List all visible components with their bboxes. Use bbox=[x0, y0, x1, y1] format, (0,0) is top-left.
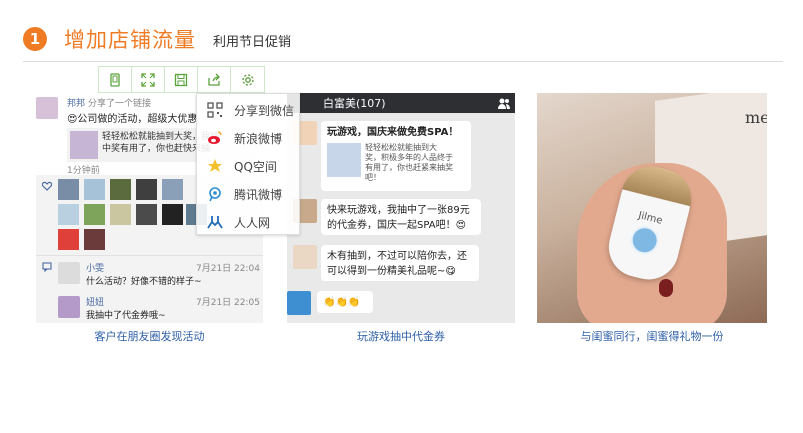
liker-avatar bbox=[58, 229, 79, 250]
message-line: 的代金券，国庆一起SPA吧！😍 bbox=[327, 220, 467, 231]
liker-avatar bbox=[84, 204, 105, 225]
settings-icon bbox=[241, 73, 254, 86]
caption-moments: 客户在朋友圈发现活动 bbox=[94, 330, 205, 343]
message-bubble: 快来玩游戏，我抽中了一张89元 的代金券，国庆一起SPA吧！😍 bbox=[321, 199, 481, 235]
save-button[interactable] bbox=[165, 67, 198, 92]
share-item-weibo[interactable]: 新浪微博 bbox=[197, 124, 301, 152]
poster-name: 邦邦 bbox=[67, 99, 86, 109]
game-card-thumbnail bbox=[327, 143, 361, 177]
liker-avatar bbox=[110, 179, 131, 200]
liker-avatar bbox=[136, 179, 157, 200]
heart-icon bbox=[42, 181, 52, 191]
comment-text: 什么活动？好像不错的样子~ bbox=[86, 277, 202, 287]
commenter-avatar bbox=[58, 296, 80, 318]
chat-title: 白富美(107) bbox=[323, 97, 386, 110]
wechat-qr-icon bbox=[206, 101, 224, 119]
caption-gift: 与闺蜜同行，闺蜜得礼物一份 bbox=[580, 330, 724, 343]
card-text-line: 轻轻松松就能抽到大 bbox=[365, 143, 437, 152]
liker-avatar bbox=[162, 204, 183, 225]
share-item-label: 分享到微信 bbox=[234, 103, 295, 118]
message-line: 快来玩游戏，我抽中了一张89元 bbox=[327, 205, 470, 216]
renren-icon bbox=[206, 213, 224, 231]
comments-area: 小雯 7月21日 22:04 什么活动？好像不错的样子~ 妞妞 7月21日 22… bbox=[36, 255, 263, 323]
group-members-icon bbox=[498, 98, 510, 109]
share-menu: 分享到微信 新浪微博 QQ空间 腾讯微博 人人网 bbox=[196, 93, 300, 235]
message-title: 玩游戏，国庆来做免费SPA！ bbox=[327, 127, 459, 138]
card-text-line: 奖，积极多年的人品终于 bbox=[365, 153, 453, 162]
liker-avatar bbox=[136, 204, 157, 225]
liker-avatar bbox=[110, 204, 131, 225]
poster-avatar bbox=[36, 97, 58, 119]
section-subtitle: 利用节日促销 bbox=[213, 35, 292, 50]
caption-game: 玩游戏抽中代金券 bbox=[357, 330, 445, 343]
product-photo: me Jilme bbox=[537, 93, 767, 323]
post-text: 😍公司做的活动，超级大优惠 bbox=[67, 114, 198, 125]
share-button[interactable] bbox=[198, 67, 231, 92]
section-title: 增加店铺流量 bbox=[64, 28, 196, 52]
comment-icon bbox=[42, 262, 52, 272]
message-bubble: 木有抽到，不过可以陪你去，还 可以得到一份精美礼品呢~😋 bbox=[321, 245, 479, 281]
sender-avatar bbox=[287, 291, 311, 315]
share-item-wechat[interactable]: 分享到微信 bbox=[197, 96, 301, 124]
commenter-avatar bbox=[58, 262, 80, 284]
header-divider bbox=[23, 61, 783, 62]
fullscreen-button[interactable] bbox=[132, 67, 165, 92]
liker-avatar bbox=[84, 229, 105, 250]
section-header: 1 增加店铺流量 利用节日促销 bbox=[0, 0, 803, 62]
qzone-icon bbox=[206, 157, 224, 175]
chat-screenshot: 白富美(107) 玩游戏，国庆来做免费SPA！ 轻轻松松就能抽到大 奖，积极多年… bbox=[287, 93, 515, 323]
poster-action: 分享了一个链接 bbox=[88, 99, 152, 109]
share-item-label: 腾讯微博 bbox=[234, 187, 283, 202]
chat-header: 白富美(107) bbox=[287, 93, 515, 113]
phone-icon bbox=[110, 72, 120, 87]
share-item-tencent-weibo[interactable]: 腾讯微博 bbox=[197, 180, 301, 208]
message-line: 可以得到一份精美礼品呢~😋 bbox=[327, 266, 456, 277]
commenter-name: 小雯 bbox=[86, 264, 105, 274]
liker-avatar bbox=[84, 179, 105, 200]
comment-time: 7月21日 22:04 bbox=[196, 264, 260, 274]
game-card-text: 轻轻松松就能抽到大 奖，积极多年的人品终于 有用了，你也赶紧来抽奖 吧！ bbox=[365, 143, 453, 183]
image-toolbar bbox=[98, 66, 265, 93]
share-item-label: 人人网 bbox=[234, 215, 271, 230]
fingernail bbox=[659, 279, 673, 297]
box-label: me bbox=[745, 108, 767, 127]
share-icon bbox=[208, 73, 220, 86]
tencent-weibo-icon bbox=[206, 185, 224, 203]
card-text-line: 吧！ bbox=[365, 173, 381, 182]
liker-avatar bbox=[162, 179, 183, 200]
share-item-label: 新浪微博 bbox=[234, 131, 283, 146]
weibo-icon bbox=[206, 129, 224, 147]
sender-avatar bbox=[293, 245, 317, 269]
device-brand: Jilme bbox=[637, 210, 664, 227]
message-bubble: 👏👏👏 bbox=[317, 291, 373, 313]
settings-button[interactable] bbox=[231, 67, 264, 92]
message-bubble: 玩游戏，国庆来做免费SPA！ 轻轻松松就能抽到大 奖，积极多年的人品终于 有用了… bbox=[321, 121, 471, 191]
share-item-qzone[interactable]: QQ空间 bbox=[197, 152, 301, 180]
phone-view-button[interactable] bbox=[99, 67, 132, 92]
device-button bbox=[627, 223, 662, 258]
message-line: 木有抽到，不过可以陪你去，还 bbox=[327, 251, 467, 262]
card-text-line: 有用了，你也赶紧来抽奖 bbox=[365, 163, 453, 172]
comment-time: 7月21日 22:05 bbox=[196, 298, 260, 308]
commenter-name: 妞妞 bbox=[86, 298, 105, 308]
share-item-label: QQ空间 bbox=[234, 159, 277, 174]
save-icon bbox=[174, 73, 188, 86]
expand-icon bbox=[141, 72, 155, 87]
share-item-renren[interactable]: 人人网 bbox=[197, 208, 301, 236]
liker-avatar bbox=[58, 179, 79, 200]
step-number-badge: 1 bbox=[23, 27, 47, 51]
liker-avatar bbox=[58, 204, 79, 225]
link-thumbnail bbox=[70, 131, 98, 159]
comment-text: 我抽中了代金券哦~ bbox=[86, 311, 166, 321]
